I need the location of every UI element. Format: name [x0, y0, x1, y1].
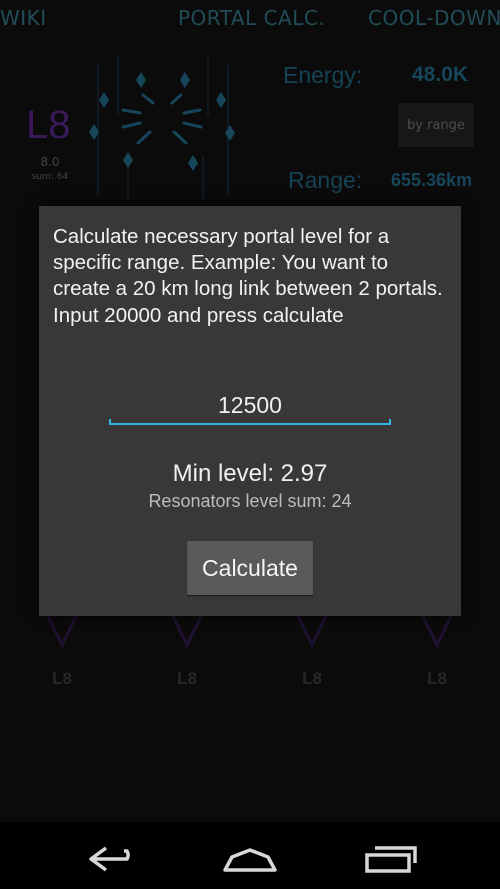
range-calc-dialog: Calculate necessary portal level for a s… — [39, 206, 461, 616]
input-underline — [109, 419, 391, 425]
back-icon[interactable] — [66, 830, 156, 882]
calculate-button[interactable]: Calculate — [187, 541, 313, 595]
dialog-message: Calculate necessary portal level for a s… — [53, 225, 443, 327]
home-icon[interactable] — [205, 830, 295, 882]
range-input[interactable] — [109, 389, 391, 421]
system-nav-bar — [0, 822, 500, 889]
recent-apps-icon[interactable] — [345, 830, 435, 882]
min-level-result: Min level: 2.97 — [172, 460, 328, 487]
resonators-sum-result: Resonators level sum: 24 — [148, 491, 352, 511]
app-screen: WIKI PORTAL CALC. COOL-DOWN L8 8.0 sum: … — [0, 0, 500, 822]
